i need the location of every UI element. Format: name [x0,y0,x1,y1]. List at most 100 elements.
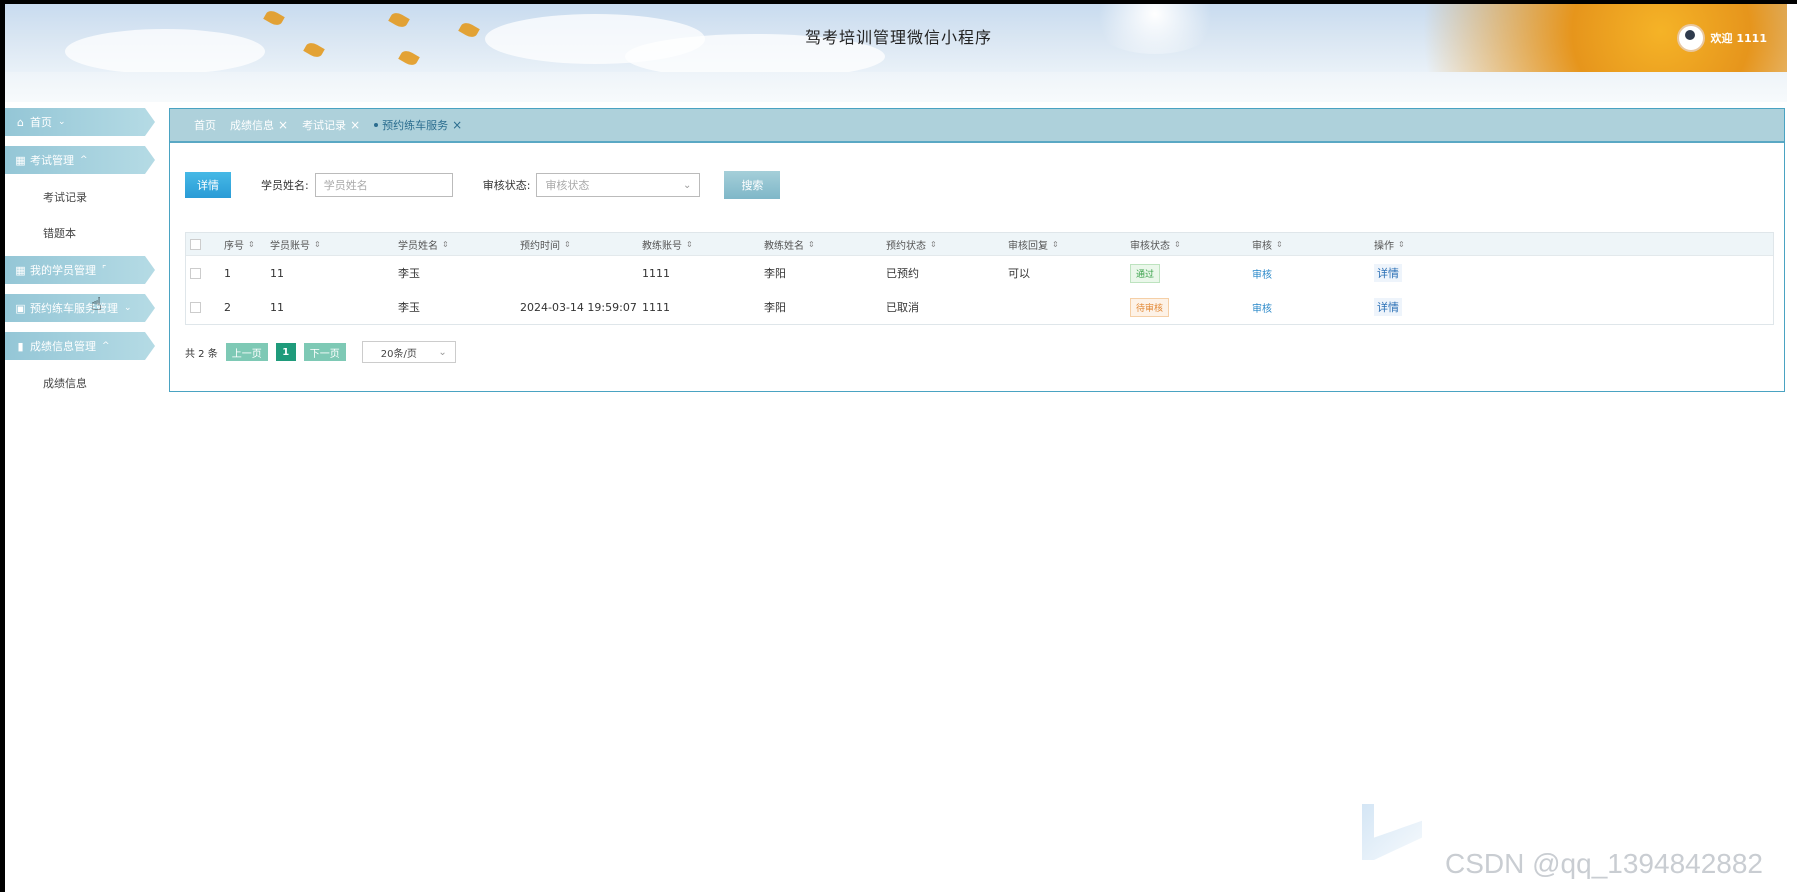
col-header-coach-name[interactable]: 教练姓名 ⇕ [760,237,882,252]
sidebar-subitem-score-info[interactable]: 成绩信息 [5,370,155,396]
cell-operation: 详情 [1370,298,1492,316]
app-title: 驾考培训管理微信小程序 [804,28,992,47]
avatar[interactable] [1676,24,1705,52]
sort-icon[interactable]: ⇕ [1052,240,1059,249]
prev-page-button[interactable]: 上一页 [225,343,268,361]
select-all-checkbox[interactable] [190,238,201,250]
cell-time: 2024-03-14 19:59:07 [520,300,637,314]
col-header-operation[interactable]: 操作 ⇕ [1370,237,1492,252]
sidebar-item-booking-service[interactable]: ▣ 预约练车服务管理 ⌄ [5,294,155,322]
header-label: 预约状态 [886,240,926,252]
audit-status-label: 审核状态: [482,179,531,192]
main-panel: 首页 成绩信息 × 考试记录 × 预约练车服务 × 详情 学员姓名: 学员姓名 审核状… [169,108,1785,392]
sidebar-item-home[interactable]: ⌂ 首页 ⌄ [5,108,155,136]
sort-icon[interactable]: ⇕ [314,240,321,249]
sidebar-item-exam-management[interactable]: ▦ 考试管理 ^ [5,146,155,174]
welcome-text: 欢迎 1111 [1710,32,1767,45]
audit-status-select[interactable]: 审核状态 ⌄ [536,173,701,197]
cell-audit-status: 待审核 [1126,297,1248,317]
audit-link[interactable]: 审核 [1252,300,1272,315]
col-header-audit[interactable]: 审核 ⇕ [1248,237,1370,252]
row-select-cell[interactable] [186,267,220,279]
sort-icon[interactable]: ⇕ [1276,240,1283,249]
close-icon[interactable]: × [452,118,462,132]
header-label: 序号 [224,240,244,252]
tab-exam-records[interactable]: 考试记录 × [302,117,360,133]
table-row[interactable]: 1 11 李玉 1111 李阳 已预约 可以 通过 审核 详情 [186,256,1773,290]
sidebar-subitem-exam-records[interactable]: 考试记录 [5,184,155,210]
header-label: 预约时间 [520,240,560,252]
current-page-button[interactable]: 1 [275,343,296,361]
close-icon[interactable]: × [350,118,360,132]
cell-coach-account: 1111 [642,300,670,314]
col-header-reply[interactable]: 审核回复 ⇕ [1004,237,1126,252]
cell-account: 11 [270,300,284,314]
sidebar-item-label: 首页 [30,116,52,129]
row-detail-button[interactable]: 详情 [1374,264,1402,282]
student-name-input[interactable]: 学员姓名 [314,173,453,197]
header-label: 教练姓名 [764,240,804,252]
tab-label: 首页 [194,119,216,132]
chevron-icon: ⌜ [102,265,107,275]
tab-home[interactable]: 首页 [194,117,216,133]
cell-audit: 审核 [1248,266,1370,281]
col-header-time[interactable]: 预约时间 ⇕ [516,237,638,252]
sort-icon[interactable]: ⇕ [930,240,937,249]
status-badge: 通过 [1130,263,1161,283]
table-row[interactable]: 2 11 李玉 2024-03-14 19:59:07 1111 李阳 已取消 … [186,290,1773,324]
select-all-cell[interactable] [186,238,220,250]
pagination: 共 2 条 上一页 1 下一页 20条/页 ⌄ [185,341,456,363]
header-label: 学员姓名 [398,240,438,252]
sidebar-subitem-wrong-questions[interactable]: 错题本 [5,220,155,246]
chevron-down-icon: ⌄ [124,303,132,313]
next-page-button[interactable]: 下一页 [303,343,346,361]
row-checkbox[interactable] [190,267,201,279]
row-detail-button[interactable]: 详情 [1374,298,1402,316]
row-checkbox[interactable] [190,301,201,313]
sort-icon[interactable]: ⇕ [442,240,449,249]
col-header-no[interactable]: 序号 ⇕ [220,237,266,252]
header-label: 审核状态 [1130,240,1170,252]
leaf-decoration [398,48,420,68]
sidebar-item-label: 预约练车服务管理 [30,302,118,315]
sort-icon[interactable]: ⇕ [808,240,815,249]
col-header-name[interactable]: 学员姓名 ⇕ [394,237,516,252]
audit-status-placeholder: 审核状态 [545,179,590,192]
tab-score-info[interactable]: 成绩信息 × [230,117,288,133]
sidebar-item-my-students[interactable]: ▦ 我的学员管理 ⌜ [5,256,155,284]
cell-reply: 可以 [1008,267,1030,280]
col-header-account[interactable]: 学员账号 ⇕ [266,237,394,252]
page-size-select[interactable]: 20条/页 ⌄ [361,341,456,363]
book-icon: ▮ [17,339,24,353]
chevron-down-icon: ⌄ [438,346,447,358]
header-label: 学员账号 [270,240,310,252]
cell-coach-name: 李阳 [764,267,786,280]
user-info[interactable]: 欢迎 1111 [1676,24,1767,52]
tab-label: 考试记录 [302,119,347,132]
detail-button[interactable]: 详情 [185,172,231,198]
table-header: 序号 ⇕ 学员账号 ⇕ 学员姓名 ⇕ 预约时间 ⇕ 教练账号 ⇕ 教练姓名 ⇕ 预约状态 ⇕ … [186,233,1773,256]
header-label: 审核回复 [1008,240,1048,252]
sort-icon[interactable]: ⇕ [1174,240,1181,249]
sidebar-item-score-management[interactable]: ▮ 成绩信息管理 ^ [5,332,155,360]
row-select-cell[interactable] [186,301,220,313]
cell-no: 1 [224,266,231,280]
col-header-status[interactable]: 预约状态 ⇕ [882,237,1004,252]
sort-icon[interactable]: ⇕ [686,240,693,249]
sort-icon[interactable]: ⇕ [564,240,571,249]
chevron-down-icon: ⌄ [683,179,692,191]
cell-status: 已取消 [886,301,919,314]
col-header-coach-account[interactable]: 教练账号 ⇕ [638,237,760,252]
sort-icon[interactable]: ⇕ [248,240,255,249]
status-badge: 待审核 [1130,297,1170,317]
chevron-up-icon: ^ [102,341,110,351]
audit-link[interactable]: 审核 [1252,266,1272,281]
sort-icon[interactable]: ⇕ [1398,240,1405,249]
search-button[interactable]: 搜索 [724,171,781,199]
col-header-audit-status[interactable]: 审核状态 ⇕ [1126,237,1248,252]
tab-booking-service[interactable]: 预约练车服务 × [374,117,462,133]
close-icon[interactable]: × [278,118,288,132]
cell-coach-name: 李阳 [764,301,786,314]
cell-name: 李玉 [398,301,420,314]
total-count: 共 2 条 [185,348,218,360]
